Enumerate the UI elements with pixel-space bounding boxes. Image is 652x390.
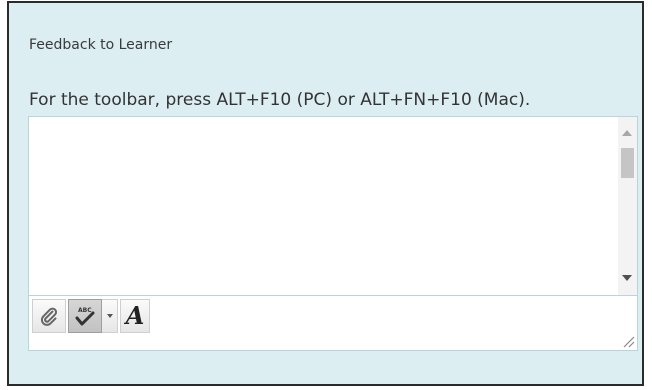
chevron-down-icon [106,314,113,318]
paperclip-icon [40,307,58,326]
format-button[interactable]: A [120,299,150,333]
toolbar-instructions: For the toolbar, press ALT+F10 (PC) or A… [29,90,531,110]
attach-button[interactable] [32,299,66,333]
editor-scrollbar[interactable] [618,117,637,295]
feedback-panel: Feedback to Learner For the toolbar, pre… [7,1,644,386]
spellcheck-button[interactable]: ABC [68,299,102,333]
spellcheck-dropdown-button[interactable] [102,299,118,333]
font-format-icon: A [125,301,145,330]
section-title: Feedback to Learner [29,37,173,53]
resize-grip-icon[interactable] [621,334,635,348]
toolbar-button-group: ABC A [32,299,150,333]
spellcheck-icon: ABC [75,307,95,326]
scroll-thumb[interactable] [621,148,634,178]
rich-text-editor: ABC A [28,116,638,351]
scroll-up-icon[interactable] [622,130,632,136]
feedback-textarea[interactable] [29,117,618,295]
svg-text:ABC: ABC [78,307,92,314]
editor-toolbar: ABC A [29,295,637,350]
scroll-down-icon[interactable] [622,275,632,281]
